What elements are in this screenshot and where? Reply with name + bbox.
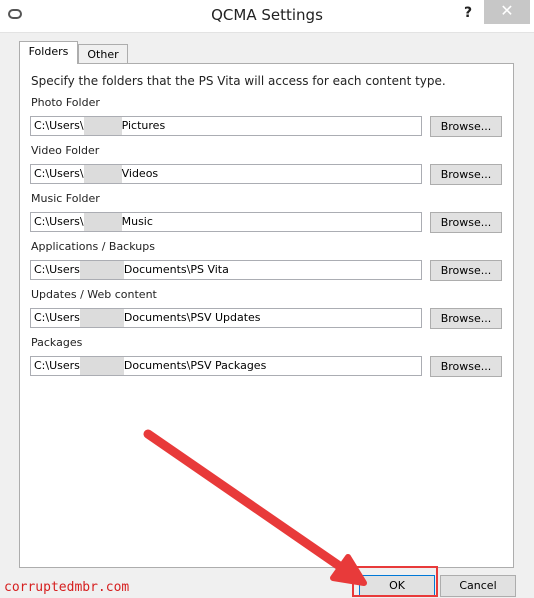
- applications-path-suffix: Documents\PS Vita: [123, 263, 229, 276]
- redacted-username: [83, 117, 122, 135]
- instruction-text: Specify the folders that the PS Vita wil…: [31, 74, 446, 88]
- ok-button[interactable]: OK: [359, 575, 435, 597]
- close-button[interactable]: ✕: [484, 0, 530, 24]
- redacted-username: [83, 165, 122, 183]
- music-browse-button[interactable]: Browse...: [430, 212, 502, 233]
- photo-folder-label: Photo Folder: [31, 96, 100, 109]
- photo-browse-button[interactable]: Browse...: [430, 116, 502, 137]
- tab-folders[interactable]: Folders: [19, 41, 78, 64]
- watermark-text: corruptedmbr.com: [4, 580, 130, 595]
- applications-folder-input[interactable]: C:\Users Documents\PS Vita: [30, 260, 422, 280]
- help-button[interactable]: ?: [458, 2, 478, 26]
- video-folder-label: Video Folder: [31, 144, 100, 157]
- packages-path-prefix: C:\Users: [34, 359, 80, 372]
- tab-other[interactable]: Other: [78, 44, 128, 63]
- packages-folder-label: Packages: [31, 336, 83, 349]
- updates-path-prefix: C:\Users: [34, 311, 80, 324]
- close-icon: ✕: [500, 1, 514, 20]
- photo-path-suffix: Pictures: [121, 119, 166, 132]
- redacted-username: [79, 261, 124, 279]
- updates-path-suffix: Documents\PSV Updates: [123, 311, 261, 324]
- updates-browse-button[interactable]: Browse...: [430, 308, 502, 329]
- redacted-username: [79, 357, 124, 375]
- applications-folder-label: Applications / Backups: [31, 240, 155, 253]
- video-browse-button[interactable]: Browse...: [430, 164, 502, 185]
- redacted-username: [83, 213, 122, 231]
- video-path-prefix: C:\Users\: [34, 167, 84, 180]
- applications-path-prefix: C:\Users: [34, 263, 80, 276]
- packages-browse-button[interactable]: Browse...: [430, 356, 502, 377]
- applications-browse-button[interactable]: Browse...: [430, 260, 502, 281]
- updates-folder-input[interactable]: C:\Users Documents\PSV Updates: [30, 308, 422, 328]
- video-folder-input[interactable]: C:\Users\ Videos: [30, 164, 422, 184]
- video-path-suffix: Videos: [121, 167, 159, 180]
- window-title: QCMA Settings: [211, 6, 323, 24]
- music-folder-input[interactable]: C:\Users\ Music: [30, 212, 422, 232]
- music-path-prefix: C:\Users\: [34, 215, 84, 228]
- updates-folder-label: Updates / Web content: [31, 288, 157, 301]
- packages-path-suffix: Documents\PSV Packages: [123, 359, 267, 372]
- packages-folder-input[interactable]: C:\Users Documents\PSV Packages: [30, 356, 422, 376]
- cancel-button[interactable]: Cancel: [440, 575, 516, 597]
- photo-path-prefix: C:\Users\: [34, 119, 84, 132]
- title-bar: QCMA Settings ? ✕: [0, 0, 534, 33]
- folders-panel: Specify the folders that the PS Vita wil…: [19, 63, 514, 568]
- music-folder-label: Music Folder: [31, 192, 100, 205]
- redacted-username: [79, 309, 124, 327]
- photo-folder-input[interactable]: C:\Users\ Pictures: [30, 116, 422, 136]
- music-path-suffix: Music: [121, 215, 153, 228]
